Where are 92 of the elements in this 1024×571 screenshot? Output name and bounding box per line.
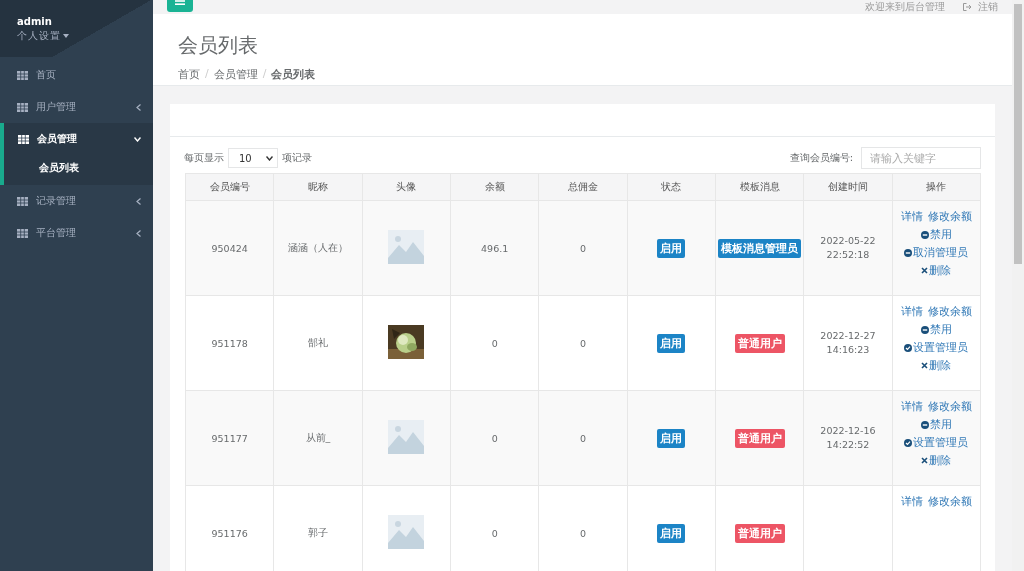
column-header: 状态 <box>627 173 716 201</box>
column-header: 昵称 <box>273 173 363 201</box>
sidebar-item[interactable]: 会员管理 <box>4 123 153 155</box>
status-label: 启用 <box>657 238 686 258</box>
user-name: admin <box>17 16 53 27</box>
chevron-down-icon <box>266 155 273 161</box>
check-circle-icon <box>904 343 913 352</box>
table-cell: 0 <box>450 390 539 486</box>
date-time: 2022-12-27 14:16:23 <box>820 328 876 357</box>
search-field[interactable]: 请输入关键字 <box>861 147 981 169</box>
table-cell: 951176 <box>185 485 274 571</box>
action-link[interactable]: 禁用 <box>920 227 952 242</box>
breadcrumb-separator: / <box>262 67 267 82</box>
action-link[interactable]: 禁用 <box>920 322 952 337</box>
breadcrumb-current: 会员列表 <box>271 67 316 82</box>
action-link[interactable]: 禁用 <box>920 417 952 432</box>
page-size-label: 项记录 <box>282 151 312 165</box>
minus-circle-icon <box>904 248 913 257</box>
action-link[interactable]: 修改余额 <box>927 399 972 414</box>
action-link[interactable]: 修改余额 <box>927 494 972 509</box>
action-link[interactable]: 修改余额 <box>927 209 972 224</box>
grid-icon <box>17 228 28 238</box>
status-label: 启用 <box>657 428 686 448</box>
table-cell: 496.1 <box>450 200 539 296</box>
table-cell: 951178 <box>185 295 274 391</box>
page-size-select[interactable]: 10 <box>228 148 278 168</box>
column-header: 模板消息 <box>715 173 804 201</box>
action-link[interactable]: 删除 <box>921 358 952 373</box>
status-label: 普通用户 <box>734 428 785 448</box>
table-cell: 0 <box>538 295 628 391</box>
status-label: 模板消息管理员 <box>718 238 802 258</box>
sign-out-icon <box>963 3 972 11</box>
action-link[interactable]: 详情 <box>900 304 923 319</box>
column-header: 总佣金 <box>538 173 628 201</box>
column-header: 余额 <box>450 173 539 201</box>
check-circle-icon <box>904 438 913 447</box>
minus-circle-icon <box>920 420 929 429</box>
close-icon <box>921 267 929 274</box>
minus-circle-icon <box>920 325 929 334</box>
breadcrumb-link[interactable]: 会员管理 <box>213 67 258 82</box>
logout-link[interactable]: 注销 <box>963 0 998 14</box>
table-cell: 0 <box>538 200 628 296</box>
action-link[interactable]: 修改余额 <box>927 304 972 319</box>
sidebar-item[interactable]: 记录管理 <box>0 185 153 217</box>
breadcrumb-link[interactable]: 首页 <box>178 67 200 82</box>
minus-circle-icon <box>920 230 929 239</box>
sidebar-item[interactable]: 平台管理 <box>0 217 153 249</box>
table-cell: 950424 <box>185 200 274 296</box>
column-header: 头像 <box>362 173 451 201</box>
action-link[interactable]: 详情 <box>900 209 923 224</box>
image-placeholder-icon <box>388 230 425 264</box>
date-time: 2022-12-16 14:22:52 <box>820 423 876 452</box>
close-icon <box>921 457 929 464</box>
page-title: 会员列表 <box>178 32 259 59</box>
action-link[interactable]: 详情 <box>900 494 923 509</box>
grid-icon <box>17 196 28 206</box>
date-time: 2022-05-22 22:52:18 <box>820 233 876 262</box>
column-header: 操作 <box>892 173 981 201</box>
column-header: 创建时间 <box>803 173 893 201</box>
status-label: 普通用户 <box>734 333 785 353</box>
table-cell: 从前_ <box>273 390 363 486</box>
action-link[interactable]: 删除 <box>921 263 952 278</box>
status-label: 启用 <box>657 523 686 543</box>
sidebar-item[interactable]: 首页 <box>0 59 153 91</box>
action-link[interactable]: 删除 <box>921 453 952 468</box>
grid-icon <box>17 70 28 80</box>
column-header: 会员编号 <box>185 173 274 201</box>
action-link[interactable]: 设置管理员 <box>904 435 969 450</box>
status-label: 普通用户 <box>734 523 785 543</box>
caret-icon <box>63 34 69 38</box>
grid-icon <box>18 134 29 144</box>
action-link[interactable]: 详情 <box>900 399 923 414</box>
action-link[interactable]: 设置管理员 <box>904 340 969 355</box>
table-cell: 0 <box>450 295 539 391</box>
image-placeholder-icon <box>388 515 425 549</box>
table-cell: 郜礼 <box>273 295 363 391</box>
action-link[interactable]: 取消管理员 <box>904 245 969 260</box>
status-label: 启用 <box>657 333 686 353</box>
breadcrumb-separator: / <box>205 67 209 82</box>
sidebar-subitem[interactable]: 会员列表 <box>4 155 153 185</box>
settings-dropdown[interactable]: 个人设置 <box>17 29 69 43</box>
sidebar-item[interactable]: 用户管理 <box>0 91 153 123</box>
table-cell: 0 <box>538 390 628 486</box>
table-cell: 951177 <box>185 390 274 486</box>
table-cell: 涵涵（人在） <box>273 200 363 296</box>
scrollbar[interactable] <box>1012 0 1024 571</box>
close-icon <box>921 362 929 369</box>
page-size-label: 每页显示 <box>184 151 224 165</box>
grid-icon <box>17 102 28 112</box>
search-label: 查询会员编号: <box>789 151 853 165</box>
image-placeholder-icon <box>388 420 425 454</box>
welcome-text: 欢迎来到后台管理 <box>865 0 945 14</box>
